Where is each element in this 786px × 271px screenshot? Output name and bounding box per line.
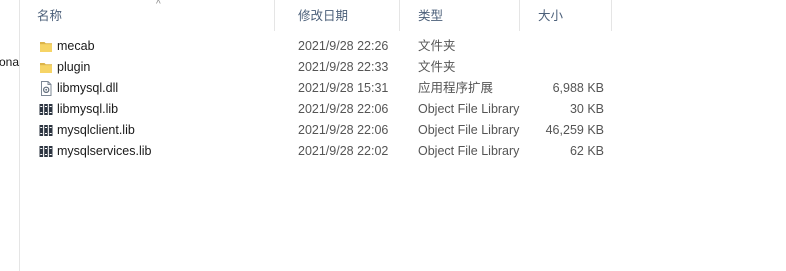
file-date: 2021/9/28 15:31 (298, 81, 389, 95)
file-type: 文件夹 (418, 39, 456, 53)
file-size: 6,988 KB (552, 81, 604, 95)
file-row[interactable]: libmysql.dll 2021/9/28 15:31 应用程序扩展 6,98… (19, 78, 786, 99)
file-type: Object File Library (418, 144, 520, 158)
file-type: Object File Library (418, 123, 520, 137)
file-row[interactable]: mysqlclient.lib 2021/9/28 22:06 Object F… (19, 120, 786, 141)
lib-file-icon (39, 125, 53, 136)
file-size: 46,259 KB (545, 123, 604, 137)
column-header-type[interactable]: 类型 (400, 0, 520, 31)
file-name: mysqlclient.lib (57, 123, 135, 137)
navigation-pane-edge[interactable]: ona (0, 0, 20, 271)
column-header-name-label: 名称 (37, 9, 63, 23)
file-name: libmysql.lib (57, 102, 119, 116)
file-name: mysqlservices.lib (57, 144, 152, 158)
file-size: 30 KB (569, 102, 604, 116)
dll-file-icon (41, 81, 52, 96)
lib-file-icon (39, 146, 53, 157)
column-header-type-label: 类型 (418, 9, 444, 23)
column-header-date[interactable]: 修改日期 (280, 0, 400, 31)
file-type: 文件夹 (418, 60, 456, 74)
file-date: 2021/9/28 22:02 (298, 144, 389, 158)
file-size: 62 KB (569, 144, 604, 158)
file-type: 应用程序扩展 (418, 81, 494, 95)
folder-icon (40, 42, 52, 52)
file-date: 2021/9/28 22:26 (298, 39, 389, 53)
folder-icon (40, 63, 52, 73)
file-name: plugin (57, 60, 91, 74)
file-date: 2021/9/28 22:06 (298, 102, 389, 116)
column-header-size-label: 大小 (538, 9, 564, 23)
column-header-row: 名称 修改日期 类型 大小 (19, 0, 786, 31)
file-row[interactable]: plugin 2021/9/28 22:33 文件夹 (19, 57, 786, 78)
column-header-date-label: 修改日期 (298, 9, 349, 23)
file-row[interactable]: mecab 2021/9/28 22:26 文件夹 (19, 36, 786, 57)
file-type: Object File Library (418, 102, 520, 116)
nav-item-label[interactable]: ona (0, 55, 19, 69)
file-name: libmysql.dll (57, 81, 119, 95)
lib-file-icon (39, 104, 53, 115)
column-header-name[interactable]: 名称 (19, 0, 275, 31)
file-list: mecab 2021/9/28 22:26 文件夹 plugin 2021/9/… (19, 36, 786, 162)
file-name: mecab (57, 39, 95, 53)
file-row[interactable]: mysqlservices.lib 2021/9/28 22:02 Object… (19, 141, 786, 162)
file-date: 2021/9/28 22:06 (298, 123, 389, 137)
file-date: 2021/9/28 22:33 (298, 60, 389, 74)
file-row[interactable]: libmysql.lib 2021/9/28 22:06 Object File… (19, 99, 786, 120)
column-header-size[interactable]: 大小 (520, 0, 612, 31)
